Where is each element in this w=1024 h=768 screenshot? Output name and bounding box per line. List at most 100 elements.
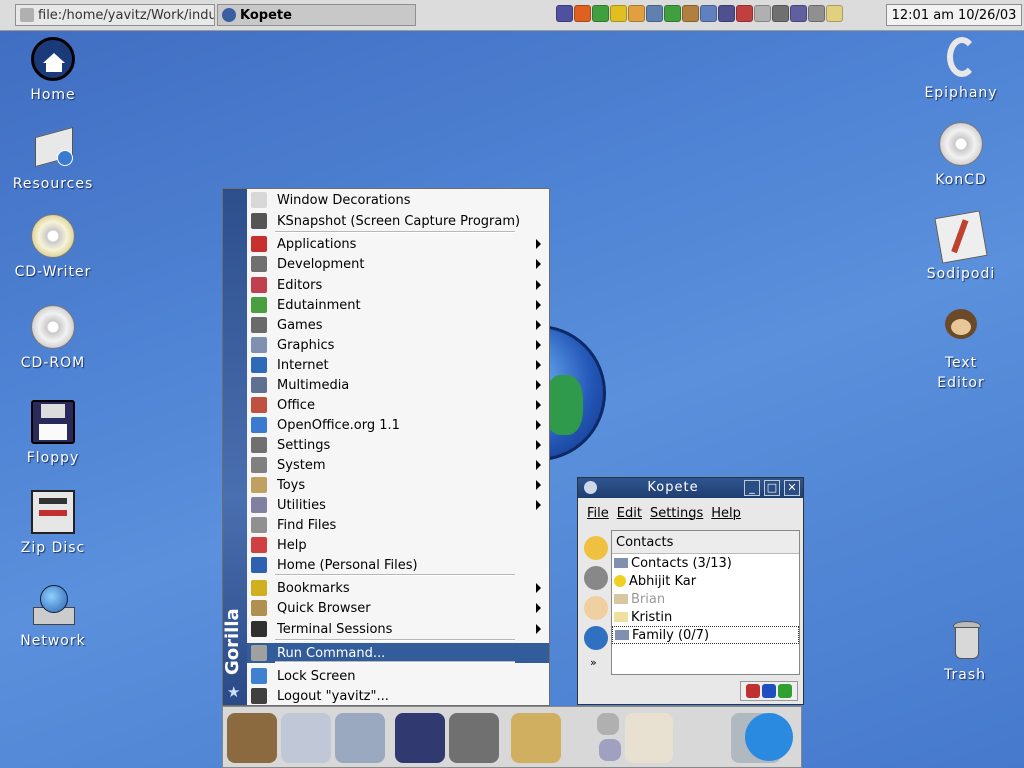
menu-item-bookmarks[interactable]: Bookmarks	[247, 578, 549, 598]
cube-icon[interactable]	[754, 5, 771, 22]
menu-item-multimedia[interactable]: Multimedia	[247, 375, 549, 395]
menu-item-ksnapshot-screen-capture-program[interactable]: KSnapshot (Screen Capture Program)	[247, 211, 549, 231]
menu-item-internet[interactable]: Internet	[247, 355, 549, 375]
menu-item-graphics[interactable]: Graphics	[247, 335, 549, 355]
desktop-icon-sodipodi[interactable]: Sodipodi	[911, 210, 1011, 284]
menu-help[interactable]: Help	[711, 506, 741, 521]
desktop-icon-text-editor[interactable]: Text Editor	[911, 305, 1011, 393]
desktop-label: Text Editor	[911, 353, 1011, 393]
volume-icon[interactable]	[597, 713, 619, 735]
desktop-icon-epiphany[interactable]: Epiphany	[911, 35, 1011, 103]
globe-icon[interactable]	[584, 626, 608, 650]
note-icon[interactable]	[826, 5, 843, 22]
desktop-icon-home[interactable]: Home	[3, 37, 103, 105]
menu-item-openoffice-org-1-1[interactable]: OpenOffice.org 1.1	[247, 415, 549, 435]
package-icon[interactable]	[682, 5, 699, 22]
menu-item-office[interactable]: Office	[247, 395, 549, 415]
desktop-icon-zip-disc[interactable]: Zip Disc	[3, 490, 103, 558]
menu-item-edutainment[interactable]: Edutainment	[247, 295, 549, 315]
menu-item-system[interactable]: System	[247, 455, 549, 475]
menu-item-find-files[interactable]: Find Files	[247, 515, 549, 535]
menu-item-development[interactable]: Development	[247, 254, 549, 274]
menu-item-toys[interactable]: Toys	[247, 475, 549, 495]
status-face-icon[interactable]	[584, 596, 608, 620]
menu-item-label: Settings	[277, 437, 331, 453]
menu-item-terminal-sessions[interactable]: Terminal Sessions	[247, 619, 549, 639]
printer-icon[interactable]	[718, 5, 735, 22]
menu-item-applications[interactable]: Applications	[247, 234, 549, 254]
desktop-icon-cd-writer[interactable]: CD-Writer	[3, 214, 103, 282]
desktop-label: Floppy	[26, 450, 80, 466]
connect-icon[interactable]	[584, 536, 608, 560]
submenu-arrow-icon	[536, 360, 541, 370]
task-button-kopete[interactable]: Kopete	[217, 4, 416, 26]
menu-item-label: Development	[277, 256, 365, 272]
eye-icon[interactable]	[808, 5, 825, 22]
gorilla-menu-icon[interactable]	[227, 713, 277, 763]
task-button-file-manager[interactable]: file:/home/yavitz/Work/indus	[15, 4, 215, 26]
fire-icon[interactable]	[574, 5, 591, 22]
menu-item-label: Help	[277, 537, 307, 553]
desktop-icon-koncd[interactable]: KonCD	[911, 122, 1011, 190]
menu-file[interactable]: File	[587, 506, 609, 521]
kopete-titlebar[interactable]: Kopete _ □ ✕	[578, 478, 803, 498]
screen-icon[interactable]	[646, 5, 663, 22]
menu-item-games[interactable]: Games	[247, 315, 549, 335]
clipboard-icon[interactable]	[573, 739, 595, 761]
more-chevron-icon[interactable]: »	[590, 656, 612, 669]
mail-icon[interactable]	[335, 713, 385, 763]
trash-icon	[943, 617, 987, 661]
desktop-icon[interactable]	[599, 739, 621, 761]
desktop-icon-cdrom[interactable]: CD-ROM	[3, 305, 103, 373]
smiley-icon[interactable]	[610, 5, 627, 22]
contact-row[interactable]: Abhijit Kar	[612, 572, 799, 590]
speaker-icon[interactable]	[772, 5, 789, 22]
mouth-icon[interactable]	[628, 5, 645, 22]
icq-status-icon[interactable]	[778, 684, 792, 698]
grid-icon[interactable]	[790, 5, 807, 22]
maximize-button[interactable]: □	[764, 480, 780, 496]
desktop-icon-floppy[interactable]: Floppy	[3, 400, 103, 468]
minimize-button[interactable]: _	[744, 480, 760, 496]
close-button[interactable]: ✕	[784, 480, 800, 496]
menu-item-window-decorations[interactable]: Window Decorations	[247, 190, 549, 210]
mozilla-icon[interactable]	[556, 5, 573, 22]
contact-row[interactable]: Contacts (3/13)	[612, 554, 799, 572]
vcheck-icon[interactable]	[664, 5, 681, 22]
camera-icon	[251, 213, 267, 229]
menu-settings[interactable]: Settings	[650, 506, 703, 521]
menu-item-home-personal-files[interactable]: Home (Personal Files)	[247, 555, 549, 575]
menu-edit[interactable]: Edit	[617, 506, 642, 521]
submenu-arrow-icon	[536, 603, 541, 613]
menu-item-logout-yavitz[interactable]: Logout "yavitz"...	[247, 686, 549, 706]
plug-icon[interactable]	[584, 566, 608, 590]
menu-item-lock-screen[interactable]: Lock Screen	[247, 666, 549, 686]
clock[interactable]: 12:01 am 10/26/03	[886, 4, 1022, 26]
paint-icon[interactable]	[511, 713, 561, 763]
desktop-icon-resources[interactable]: Resources	[3, 126, 103, 194]
desktop-label: Zip Disc	[20, 540, 86, 556]
menu-item-editors[interactable]: Editors	[247, 275, 549, 295]
menu-item-help[interactable]: Help	[247, 535, 549, 555]
menu-item-settings[interactable]: Settings	[247, 435, 549, 455]
contact-list-header[interactable]: Contacts	[612, 531, 799, 554]
contact-row[interactable]: Kristin	[612, 608, 799, 626]
contact-row[interactable]: Brian	[612, 590, 799, 608]
terminal-launch-icon[interactable]	[395, 713, 445, 763]
desktop-icon-trash[interactable]: Trash	[915, 617, 1015, 685]
pencil-icon[interactable]	[700, 5, 717, 22]
menu-item-quick-browser[interactable]: Quick Browser	[247, 598, 549, 618]
menu-item-run-command[interactable]: Run Command...	[247, 643, 549, 663]
window-list-icon[interactable]	[625, 713, 673, 763]
aim-status-icon[interactable]	[762, 684, 776, 698]
msn-status-icon[interactable]	[746, 684, 760, 698]
magnifier-icon[interactable]	[281, 713, 331, 763]
contact-row[interactable]: Family (0/7)	[612, 626, 799, 644]
book-icon[interactable]	[736, 5, 753, 22]
menu-item-utilities[interactable]: Utilities	[247, 495, 549, 515]
kopete-window-icon[interactable]	[584, 481, 597, 494]
tools-icon[interactable]	[449, 713, 499, 763]
refresh-icon[interactable]	[592, 5, 609, 22]
desktop-icon-network[interactable]: Network	[3, 583, 103, 651]
konqueror-icon[interactable]	[745, 713, 793, 761]
